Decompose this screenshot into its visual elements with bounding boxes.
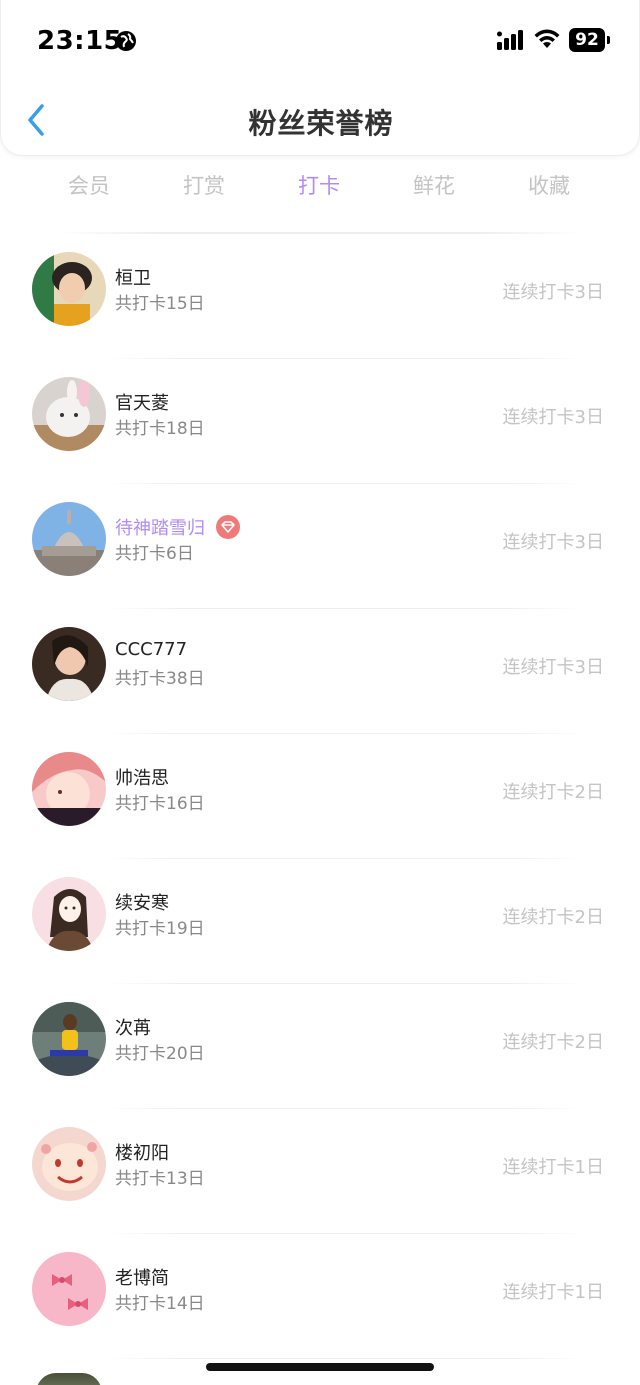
avatar-image xyxy=(32,252,106,326)
streak-checkins: 连续打卡2日 xyxy=(502,782,604,803)
streak-checkins: 连续打卡1日 xyxy=(502,1157,604,1178)
avatar[interactable] xyxy=(32,252,106,326)
streak-checkins: 连续打卡1日 xyxy=(502,1282,604,1303)
row-divider xyxy=(105,1233,585,1234)
tab-flowers[interactable]: 鲜花 xyxy=(394,170,474,200)
total-checkins: 共打卡18日 xyxy=(115,419,205,439)
fan-name: 老博简 xyxy=(115,1268,169,1289)
tab-bar: 会员 打赏 打卡 鲜花 收藏 xyxy=(0,170,640,204)
avatar[interactable] xyxy=(32,1252,106,1326)
status-bar: 23:15 92 xyxy=(1,0,640,80)
avatar[interactable] xyxy=(32,377,106,451)
fan-name: 帅浩思 xyxy=(115,768,169,789)
row-divider xyxy=(105,608,585,609)
avatar[interactable] xyxy=(32,502,106,576)
total-checkins: 共打卡19日 xyxy=(115,919,205,939)
total-checkins: 共打卡6日 xyxy=(115,544,194,564)
streak-checkins: 连续打卡2日 xyxy=(502,907,604,928)
globe-icon xyxy=(116,31,136,51)
streak-checkins: 连续打卡3日 xyxy=(502,282,604,303)
row-divider xyxy=(105,1358,585,1359)
avatar[interactable] xyxy=(36,1373,102,1385)
total-checkins: 共打卡15日 xyxy=(115,294,205,314)
avatar[interactable] xyxy=(32,627,106,701)
list-item[interactable]: 续安寒 共打卡19日 连续打卡2日 xyxy=(0,877,640,1002)
tab-favorites[interactable]: 收藏 xyxy=(509,170,589,200)
tab-reward[interactable]: 打赏 xyxy=(164,170,244,200)
cellular-signal-icon xyxy=(497,30,523,50)
total-checkins: 共打卡13日 xyxy=(115,1169,205,1189)
fan-name: 官天菱 xyxy=(115,393,169,414)
tab-divider xyxy=(60,232,580,234)
streak-checkins: 连续打卡3日 xyxy=(502,532,604,553)
tab-membership[interactable]: 会员 xyxy=(49,170,129,200)
fan-name: 续安寒 xyxy=(115,893,169,914)
streak-checkins: 连续打卡2日 xyxy=(502,1032,604,1053)
fan-name: 次苒 xyxy=(115,1018,151,1039)
streak-checkins: 连续打卡3日 xyxy=(502,407,604,428)
avatar[interactable] xyxy=(32,877,106,951)
row-divider xyxy=(105,858,585,859)
tab-checkin[interactable]: 打卡 xyxy=(279,170,359,200)
streak-checkins: 连续打卡3日 xyxy=(502,657,604,678)
avatar-image xyxy=(32,1252,106,1326)
fan-name: 待神踏雪归 xyxy=(115,518,205,539)
fan-name: CCC777 xyxy=(115,639,188,660)
total-checkins: 共打卡38日 xyxy=(115,669,205,689)
battery-icon: 92 xyxy=(569,28,611,52)
avatar[interactable] xyxy=(32,1127,106,1201)
total-checkins: 共打卡14日 xyxy=(115,1294,205,1314)
total-checkins: 共打卡20日 xyxy=(115,1044,205,1064)
status-time: 23:15 xyxy=(37,26,123,56)
home-indicator xyxy=(206,1363,434,1371)
list-item[interactable]: 待神踏雪归 共打卡6日 连续打卡3日 xyxy=(0,502,640,627)
avatar-image xyxy=(32,377,106,451)
row-divider xyxy=(105,983,585,984)
avatar[interactable] xyxy=(32,1002,106,1076)
list-item[interactable]: 次苒 共打卡20日 连续打卡2日 xyxy=(0,1002,640,1127)
diamond-vip-icon xyxy=(216,515,240,539)
list-item[interactable]: 官天菱 共打卡18日 连续打卡3日 xyxy=(0,377,640,502)
fan-name: 楼初阳 xyxy=(115,1143,169,1164)
avatar[interactable] xyxy=(32,752,106,826)
row-divider xyxy=(105,1108,585,1109)
page-title: 粉丝荣誉榜 xyxy=(248,107,394,140)
fan-name: 桓卫 xyxy=(115,268,151,289)
row-divider xyxy=(105,358,585,359)
app-header: 23:15 92 粉丝荣誉榜 xyxy=(0,0,640,156)
avatar-image xyxy=(32,1127,106,1201)
battery-level: 92 xyxy=(569,28,605,52)
row-divider xyxy=(105,483,585,484)
list-item[interactable]: 老博简 共打卡14日 连续打卡1日 xyxy=(0,1252,640,1377)
avatar-image xyxy=(32,877,106,951)
list-item[interactable]: 帅浩思 共打卡16日 连续打卡2日 xyxy=(0,752,640,877)
row-divider xyxy=(105,733,585,734)
battery-cap xyxy=(607,36,610,44)
list-item[interactable]: 楼初阳 共打卡13日 连续打卡1日 xyxy=(0,1127,640,1252)
total-checkins: 共打卡16日 xyxy=(115,794,205,814)
wifi-icon xyxy=(534,29,560,48)
avatar-image xyxy=(32,627,106,701)
list-item[interactable]: 桓卫 共打卡15日 连续打卡3日 xyxy=(0,252,640,377)
avatar-image xyxy=(32,752,106,826)
avatar-image xyxy=(32,502,106,576)
avatar-image xyxy=(32,1002,106,1076)
list-item[interactable]: CCC777 共打卡38日 连续打卡3日 xyxy=(0,627,640,752)
